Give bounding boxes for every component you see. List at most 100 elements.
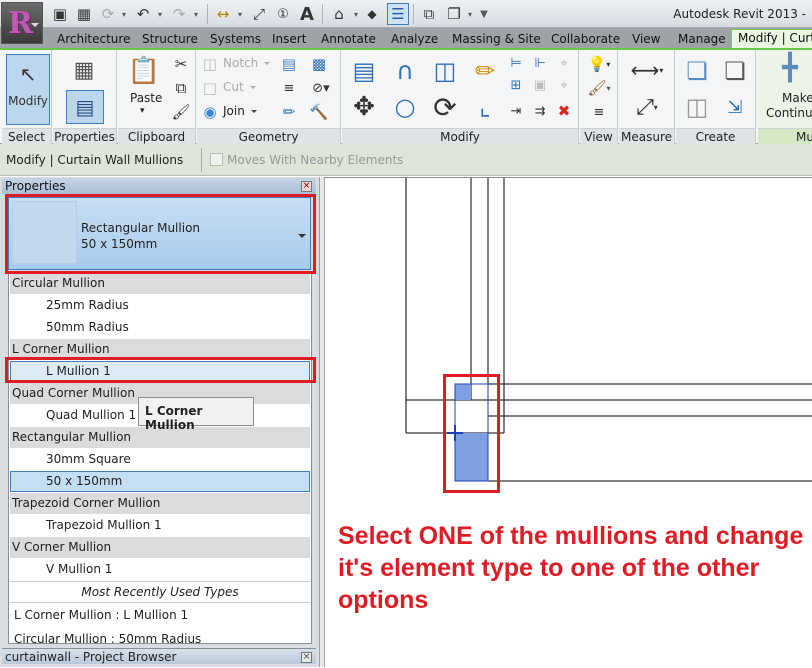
trim-extend-corner-icon[interactable]: ⌞ xyxy=(468,90,502,124)
type-list-item[interactable]: 50 x 150mm xyxy=(10,471,310,492)
delete-icon[interactable]: ✖ xyxy=(554,102,574,120)
measure-panel: ⟷ ▾ ⤢ ▾ Measure xyxy=(619,50,675,144)
sync-dropdown-icon[interactable]: ▾ xyxy=(120,5,128,23)
type-properties-icon[interactable]: ▦ xyxy=(67,54,101,86)
type-list-item[interactable]: 50mm Radius xyxy=(10,317,310,338)
aligned-dimension-icon[interactable]: ⤢ xyxy=(249,5,269,23)
3d-view-dropdown-icon[interactable]: ▾ xyxy=(352,5,360,23)
aligned-dimension-ribbon-icon[interactable]: ⤢ ▾ xyxy=(623,92,671,122)
cut-to-clipboard-icon[interactable]: ✂ xyxy=(170,54,192,74)
recent-type-item[interactable]: Circular Mullion : 50mm Radius xyxy=(10,627,310,643)
rotate-icon[interactable]: ⟳ xyxy=(428,90,462,124)
3d-view-icon[interactable]: ⌂ xyxy=(329,5,349,23)
copy-to-clipboard-icon[interactable]: ⧉ xyxy=(170,78,192,98)
offset-icon[interactable]: ∩ xyxy=(388,54,422,88)
close-hidden-windows-icon[interactable]: ⧉ xyxy=(419,5,439,23)
customize-toolbar-icon[interactable]: ▼ xyxy=(479,5,489,23)
moves-with-nearby-checkbox[interactable] xyxy=(210,153,223,166)
cope-icon[interactable]: ▩ xyxy=(308,54,330,74)
select-panel-label[interactable]: Select xyxy=(2,128,51,144)
split-face-icon[interactable]: ≡ xyxy=(278,78,300,98)
type-list-item[interactable]: Trapezoid Mullion 1 xyxy=(10,515,310,536)
align-icon[interactable]: ▤ xyxy=(347,54,381,88)
override-graphics-icon[interactable]: 🖌 ▾ xyxy=(584,78,614,98)
close-icon[interactable]: × xyxy=(301,652,312,663)
make-continuous-label-1[interactable]: Make xyxy=(782,91,812,105)
measure-dropdown-icon[interactable]: ▾ xyxy=(236,5,244,23)
redo-icon[interactable]: ↷ xyxy=(169,5,189,23)
text-icon[interactable]: A xyxy=(297,4,317,25)
save-icon[interactable]: ▦ xyxy=(74,5,94,23)
type-list-item[interactable]: L Mullion 1 xyxy=(10,361,310,382)
mirror-pick-axis-icon[interactable]: ◫ xyxy=(428,54,462,88)
tag-icon[interactable]: ① xyxy=(273,5,293,23)
thin-lines-icon[interactable]: ☰ xyxy=(387,3,409,25)
tab-structure[interactable]: Structure xyxy=(142,30,198,48)
chevron-down-icon[interactable] xyxy=(298,234,306,238)
application-menu-button[interactable]: R xyxy=(1,2,43,44)
tab-systems[interactable]: Systems xyxy=(210,30,261,48)
tab-architecture[interactable]: Architecture xyxy=(57,30,130,48)
tab-massing-site[interactable]: Massing & Site xyxy=(452,30,541,48)
tab-annotate[interactable]: Annotate xyxy=(321,30,376,48)
measure-between-references-icon[interactable]: ⟷ ▾ xyxy=(623,56,671,84)
demolish-icon[interactable]: ⊘▾ xyxy=(306,78,336,98)
create-assembly-icon[interactable]: ❏ xyxy=(680,54,714,88)
move-icon[interactable]: ✥ xyxy=(347,90,381,124)
sync-icon[interactable]: ⟳ xyxy=(98,5,118,23)
options-separator xyxy=(201,148,202,172)
make-continuous-icon[interactable]: ╋ xyxy=(772,52,808,84)
paint-icon[interactable]: ✏ xyxy=(278,102,300,122)
wall-joins-icon[interactable]: ▤ xyxy=(278,54,300,74)
undo-dropdown-icon[interactable]: ▾ xyxy=(156,5,164,23)
unpin-icon: ⌖ xyxy=(560,55,568,71)
recent-type-item[interactable]: L Corner Mullion : L Mullion 1 xyxy=(10,603,310,627)
type-list-item[interactable]: 30mm Square xyxy=(10,449,310,470)
switch-windows-dropdown-icon[interactable]: ▾ xyxy=(466,5,474,23)
create-group-icon[interactable]: ⇲ xyxy=(718,90,752,124)
tab-insert[interactable]: Insert xyxy=(272,30,306,48)
type-preview-thumbnail xyxy=(12,201,77,264)
type-list-item[interactable]: V Mullion 1 xyxy=(10,559,310,580)
properties-header[interactable]: Properties × xyxy=(2,178,316,194)
copy-icon[interactable]: ○ xyxy=(388,90,422,124)
close-icon[interactable]: × xyxy=(301,181,312,192)
split-with-gap-icon[interactable]: ⊩ xyxy=(530,54,550,72)
create-similar-icon[interactable]: ❏ xyxy=(718,54,752,88)
paste-button-label[interactable]: Paste xyxy=(130,91,162,105)
linework-icon[interactable]: ≡ xyxy=(584,102,614,122)
paste-icon[interactable]: 📋 xyxy=(126,54,162,88)
tab-manage[interactable]: Manage xyxy=(678,30,726,48)
tab-view[interactable]: View xyxy=(632,30,660,48)
modify-button[interactable]: ↖ Modify xyxy=(6,54,50,125)
type-selector[interactable]: Rectangular Mullion 50 x 150mm xyxy=(8,197,311,270)
pin-icon: ⌖ xyxy=(560,77,568,93)
redo-dropdown-icon[interactable]: ▾ xyxy=(192,5,200,23)
properties-toggle-button[interactable]: ▤ xyxy=(66,90,104,124)
join-geometry-icon[interactable]: ◉ xyxy=(200,102,220,122)
type-list-group-header: L Corner Mullion xyxy=(10,339,310,360)
project-browser-header[interactable]: curtainwall - Project Browser × xyxy=(2,648,316,664)
trim-extend-multiple-icon[interactable]: ⇉ xyxy=(530,102,550,120)
match-type-properties-icon[interactable]: 🖌 xyxy=(170,102,192,122)
make-continuous-label-2[interactable]: Continuo xyxy=(766,106,812,120)
mirror-draw-axis-icon[interactable]: ✏ xyxy=(468,54,502,88)
tab-modify-curtain-wall-mullions[interactable]: Modify | Curta xyxy=(731,29,812,48)
remove-paint-hammer-icon[interactable]: 🔨 xyxy=(308,102,330,122)
undo-icon[interactable]: ↶ xyxy=(133,5,153,23)
section-icon[interactable]: ◆ xyxy=(363,5,381,23)
create-parts-icon[interactable]: ◫ xyxy=(680,90,714,124)
open-icon[interactable]: ▣ xyxy=(50,5,70,23)
type-list-item[interactable]: 25mm Radius xyxy=(10,295,310,316)
tab-collaborate[interactable]: Collaborate xyxy=(551,30,620,48)
measure-icon[interactable]: ↔ xyxy=(213,5,233,23)
split-element-icon[interactable]: ⊨ xyxy=(506,54,526,72)
join-geometry-button[interactable]: Join xyxy=(223,104,257,118)
tab-analyze[interactable]: Analyze xyxy=(391,30,438,48)
array-icon[interactable]: ⊞ xyxy=(506,76,526,94)
switch-windows-icon[interactable]: ❐ xyxy=(444,5,464,23)
hide-isolate-icon[interactable]: 💡 ▾ xyxy=(584,54,614,74)
paste-dropdown-icon[interactable]: ▾ xyxy=(140,106,145,116)
trim-extend-single-icon[interactable]: ⇥ xyxy=(506,102,526,120)
type-list-group-header: V Corner Mullion xyxy=(10,537,310,558)
